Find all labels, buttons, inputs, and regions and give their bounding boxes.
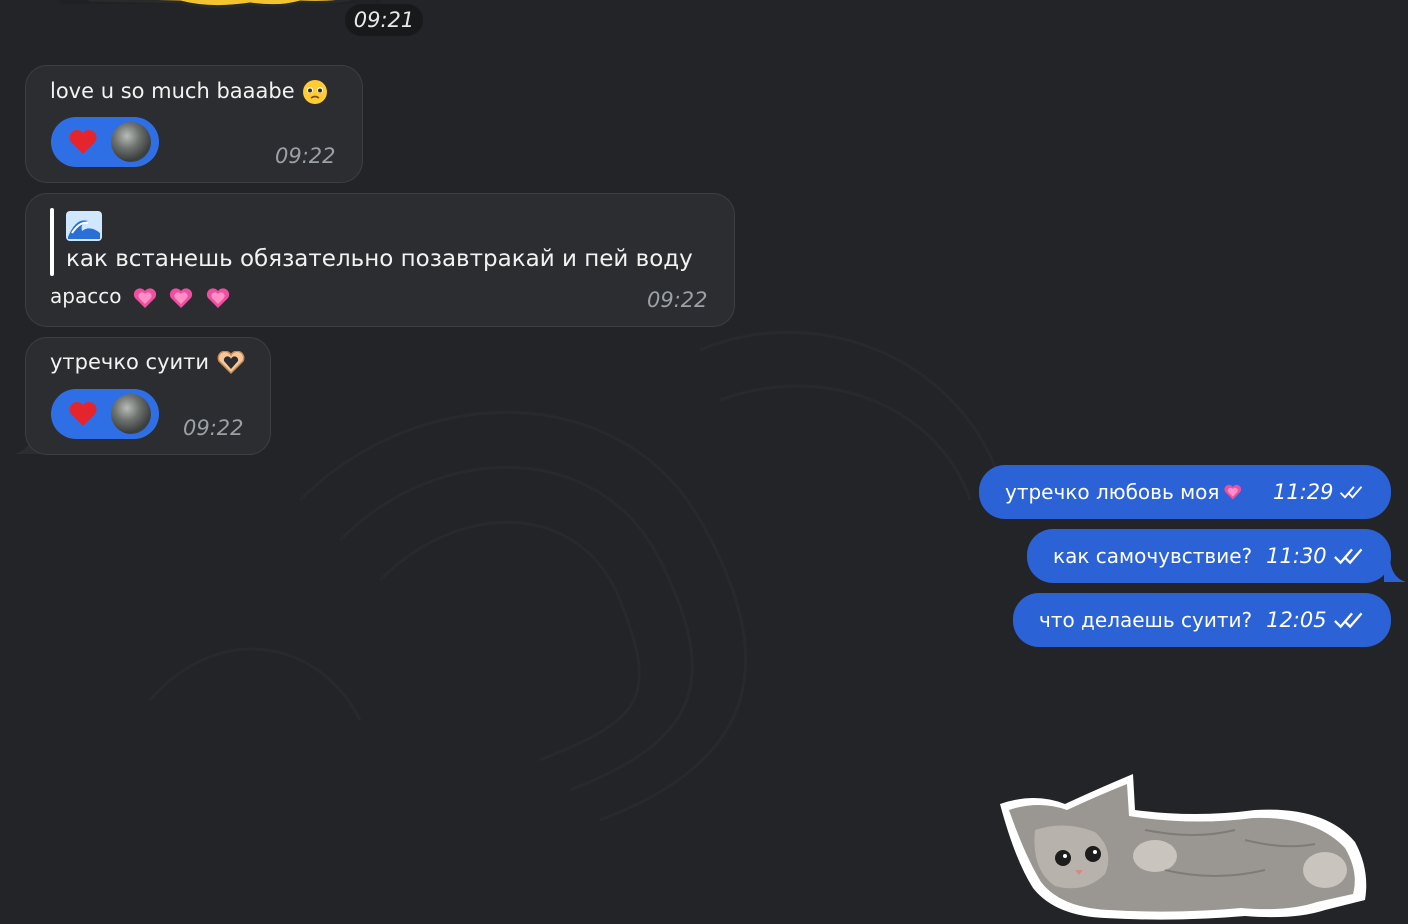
reaction-badge[interactable] <box>51 389 159 439</box>
message-text: как самочувствие? <box>1053 544 1253 568</box>
quoted-text: как встанешь обязательно позавтракай и п… <box>66 246 693 272</box>
sticker-time: 09:21 <box>345 4 423 36</box>
outgoing-message[interactable]: утречко любовь моя 11:29 <box>979 465 1391 519</box>
double-check-icon <box>1340 486 1363 499</box>
sticker-partial[interactable] <box>60 0 380 18</box>
double-check-icon <box>1333 548 1363 565</box>
message-time: 09:22 <box>183 416 244 440</box>
message-text: утречко любовь моя <box>1005 480 1220 504</box>
wave-emoji <box>66 211 102 241</box>
incoming-message[interactable]: утречко суити 09:22 <box>25 337 271 455</box>
avatar <box>111 394 151 434</box>
outgoing-message[interactable]: как самочувствие? 11:30 <box>1027 529 1391 583</box>
message-time: 09:22 <box>647 288 708 312</box>
message-time: 12:05 <box>1266 608 1327 632</box>
message-text: apacco <box>50 284 231 311</box>
pink-heart-icon <box>1224 484 1242 500</box>
quote-bar <box>50 208 54 276</box>
incoming-message[interactable]: как встанешь обязательно позавтракай и п… <box>25 193 735 327</box>
incoming-message[interactable]: love u so much baaabe 09:22 <box>25 65 363 183</box>
message-text: утречко суити <box>50 350 246 375</box>
pink-heart-icon <box>170 287 193 308</box>
message-text: что делаешь суити? <box>1039 608 1253 632</box>
heart-icon <box>69 130 97 154</box>
message-time: 09:22 <box>275 144 336 168</box>
bubble-tail <box>1384 560 1406 582</box>
heart-icon <box>69 402 97 426</box>
avatar <box>111 122 151 162</box>
double-check-icon <box>1333 612 1363 629</box>
reaction-badge[interactable] <box>51 117 159 167</box>
outgoing-message[interactable]: что делаешь суити? 12:05 <box>1013 593 1391 647</box>
heart-hands-emoji <box>217 351 245 375</box>
pleading-face-emoji <box>303 80 328 104</box>
message-text: love u so much baaabe <box>50 78 329 106</box>
pink-heart-icon <box>206 287 229 308</box>
kitten-sticker[interactable] <box>995 770 1385 924</box>
pink-heart-icon <box>133 287 156 308</box>
message-time: 11:29 <box>1272 480 1334 504</box>
message-time: 11:30 <box>1266 544 1327 568</box>
